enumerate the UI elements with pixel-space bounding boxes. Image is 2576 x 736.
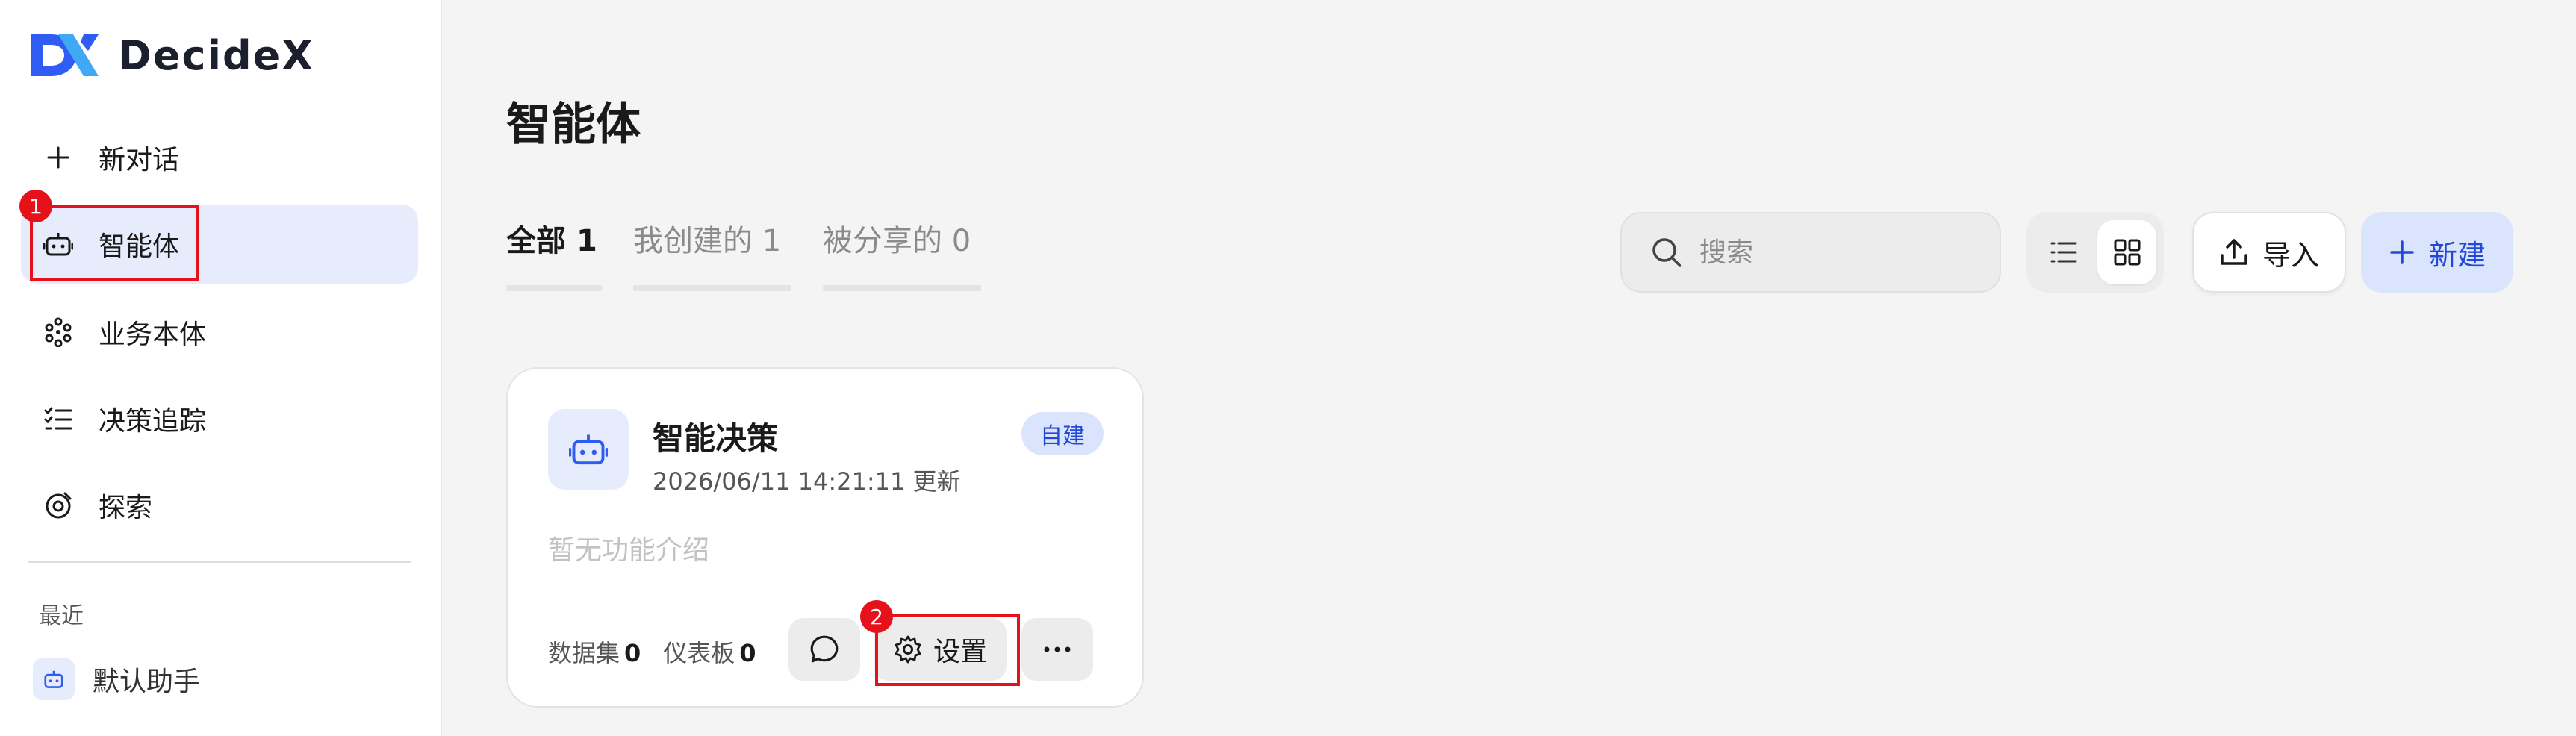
sidebar-item-label: 决策追踪 [99,406,207,437]
agent-description: 暂无功能介绍 [548,535,710,566]
tab-count: 1 [576,224,597,258]
dashboards-label: 仪表板 [663,639,735,667]
tab-created-by-me[interactable]: 我创建的 1 [633,216,791,291]
tab-all[interactable]: 全部 1 [506,216,602,291]
sidebar-item-business-ontology[interactable]: 业务本体 [21,293,418,372]
import-button[interactable]: 导入 [2192,212,2346,293]
datasets-label: 数据集 [548,639,620,667]
annotation-box-2 [875,614,1020,686]
robot-icon [548,409,629,490]
view-mode-toggle [2026,212,2164,293]
hexagon-nodes-icon [42,316,75,349]
sidebar-divider [28,561,411,563]
recent-item-label: 默认助手 [93,667,201,697]
upload-icon [2221,239,2247,265]
dashboards-count: 0 [739,639,756,667]
sidebar-item-label: 业务本体 [99,319,207,350]
more-options-button[interactable] [1021,618,1093,681]
search-icon [1652,238,1681,267]
explore-icon [42,489,75,522]
datasets-stat: 数据集 0 [548,634,641,669]
annotation-box-1 [30,205,199,281]
tab-underline [506,285,602,291]
agent-updated-time: 2026/06/11 14:21:11 更新 [653,467,961,496]
new-label: 新建 [2428,238,2486,272]
tab-underline [823,285,981,291]
agent-name: 智能决策 [653,420,779,457]
sidebar-item-explore[interactable]: 探索 [21,466,418,545]
sidebar-item-label: 探索 [99,493,153,523]
logo[interactable]: DecideX [30,28,314,82]
annotation-badge-2: 2 [860,600,893,633]
tab-shared-with-me[interactable]: 被分享的 0 [823,216,981,291]
dashboards-stat: 仪表板 0 [663,634,756,669]
tab-count: 1 [762,224,782,258]
status-badge: 自建 [1021,412,1104,455]
search-input[interactable] [1699,237,1983,268]
new-agent-button[interactable]: 新建 [2361,212,2513,293]
tab-label: 我创建的 [633,224,753,258]
app-name: DecideX [118,31,314,79]
list-icon [2050,242,2076,263]
agent-card[interactable]: 智能决策 2026/06/11 14:21:11 更新 自建 暂无功能介绍 数据… [506,367,1144,708]
decidex-logo-icon [31,34,99,76]
grid-icon [2114,239,2140,266]
sidebar-item-label: 新对话 [99,145,180,175]
chat-bubble-icon [810,635,839,663]
agent-stats: 数据集 0 仪表板 0 [548,634,794,669]
sidebar-item-new-chat[interactable]: 新对话 [21,118,418,197]
checklist-icon [42,402,75,435]
tab-underline [633,285,791,291]
tab-label: 被分享的 [823,224,942,258]
plus-icon [42,141,75,174]
annotation-badge-1: 1 [19,190,52,222]
sidebar-item-decision-tracking[interactable]: 决策追踪 [21,379,418,458]
grid-view-button[interactable] [2097,220,2156,284]
list-view-button[interactable] [2034,220,2093,284]
plus-icon [2390,240,2414,264]
tab-label: 全部 [506,224,566,258]
import-label: 导入 [2262,238,2319,272]
more-horizontal-icon [1044,646,1071,652]
recent-section-title: 最近 [39,603,84,629]
tab-count: 0 [951,224,971,258]
robot-icon [33,658,75,700]
chat-button[interactable] [788,618,860,681]
datasets-count: 0 [624,639,641,667]
recent-item-default-assistant[interactable]: 默认助手 [33,657,200,702]
search-box [1620,212,2001,293]
sidebar: DecideX 新对话 智能体 业务本体 决策追踪 探索 最近 默认助手 1 [0,0,442,736]
page-title: 智能体 [506,99,641,151]
